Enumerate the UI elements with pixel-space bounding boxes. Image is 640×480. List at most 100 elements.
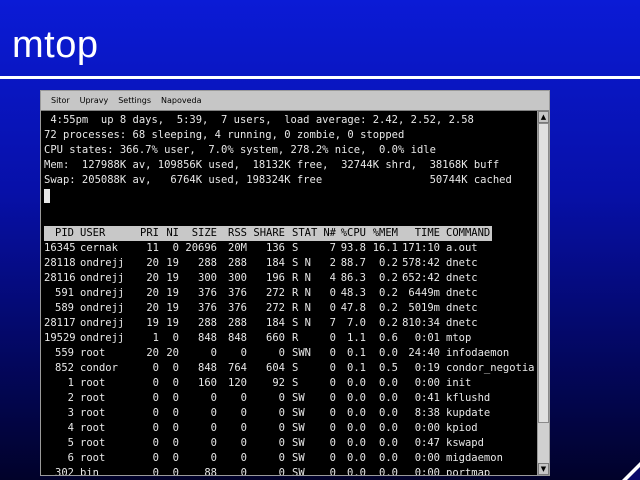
cell-share: 0 [278,407,285,419]
cell-mem: 0.2 [379,257,398,269]
column-header-time: TIME [414,227,440,239]
cell-n: 0 [329,407,336,419]
scroll-up-arrow-icon[interactable]: ▲ [538,111,549,123]
cell-mem: 0.0 [379,407,398,419]
cell-pid: 4 [67,422,74,434]
cell-mem: 0.0 [379,377,398,389]
cell-command: dnetc [446,317,478,329]
cell-rss: 0 [240,392,247,404]
cell-pri: 20 [146,272,159,284]
column-header-rss: RSS [228,227,247,239]
menu-item-file[interactable]: Sitor [51,96,70,105]
cell-size: 0 [210,437,217,449]
cell-command: kpiod [446,422,478,434]
cell-command: infodaemon [446,347,510,359]
cell-stat: R [292,332,299,344]
vertical-scrollbar[interactable]: ▲ ▼ [537,111,549,475]
cell-time: 171:10 [402,242,440,254]
cell-user: condor [80,362,118,374]
scroll-thumb[interactable] [538,123,549,423]
cell-pid: 1 [67,377,74,389]
cell-ni: 19 [166,302,179,314]
cell-command: mtop [446,332,472,344]
cell-stat: SW [292,392,305,404]
cell-cpu: 48.3 [340,287,366,299]
cell-pid: 19529 [44,332,76,344]
summary-mem-line: Mem: 127988K av, 109856K used, 18132K fr… [44,159,500,171]
cell-pid: 591 [55,287,74,299]
cell-share: 184 [266,257,285,269]
cell-size: 288 [198,257,217,269]
column-header-n: N# [323,227,336,239]
cell-cpu: 0.1 [347,362,366,374]
cell-cpu: 0.0 [347,467,366,475]
cell-pid: 5 [67,437,74,449]
cell-cpu: 47.8 [340,302,366,314]
cell-share: 0 [278,437,285,449]
cell-pid: 2 [67,392,74,404]
cell-n: 4 [329,272,336,284]
cell-share: 136 [266,242,285,254]
cell-pri: 20 [146,287,159,299]
terminal-output[interactable]: 4:55pm up 8 days, 5:39, 7 users, load av… [41,111,537,475]
cell-time: 0:00 [414,467,440,475]
cell-rss: 0 [240,467,247,475]
cell-time: 652:42 [402,272,440,284]
cell-cpu: 0.1 [347,347,366,359]
cell-user: root [80,422,106,434]
cell-pid: 16345 [44,242,76,254]
cell-mem: 0.2 [379,287,398,299]
cell-command: dnetc [446,272,478,284]
cell-stat: S [292,242,299,254]
cell-mem: 0.2 [379,272,398,284]
slide-title: mtop [12,24,99,66]
column-header-ni: NI [166,227,179,239]
cell-share: 0 [278,347,285,359]
cell-user: ondrejj [80,302,125,314]
menu-item-help[interactable]: Napoveda [161,96,202,105]
cell-size: 20696 [185,242,217,254]
cell-cpu: 86.3 [340,272,366,284]
cell-size: 376 [198,302,217,314]
cell-cpu: 0.0 [347,437,366,449]
cell-rss: 300 [228,272,247,284]
cell-n: 0 [329,347,336,359]
menu-item-edit[interactable]: Upravy [80,96,109,105]
cell-mem: 0.2 [379,317,398,329]
cell-pri: 1 [152,332,159,344]
cell-rss: 0 [240,347,247,359]
cell-command: kswapd [446,437,484,449]
cell-cpu: 0.0 [347,392,366,404]
cell-size: 288 [198,317,217,329]
cell-ni: 0 [172,467,179,475]
cell-pri: 0 [152,422,159,434]
cell-cpu: 7.0 [347,317,366,329]
menu-bar: Sitor Upravy Settings Napoveda [41,91,549,111]
cell-ni: 0 [172,377,179,389]
cell-mem: 0.0 [379,347,398,359]
cell-pid: 28117 [44,317,76,329]
cell-command: condor_negotia [446,362,535,374]
menu-item-settings[interactable]: Settings [118,96,151,105]
summary-processes-line: 72 processes: 68 sleeping, 4 running, 0 … [44,129,405,141]
column-header-pid: PID [55,227,74,239]
cell-size: 0 [210,392,217,404]
cell-n: 0 [329,287,336,299]
cell-command: dnetc [446,302,478,314]
scroll-down-arrow-icon[interactable]: ▼ [538,463,549,475]
cell-pri: 20 [146,347,159,359]
cell-stat: SW [292,407,305,419]
cell-cpu: 0.0 [347,452,366,464]
cell-rss: 0 [240,422,247,434]
cell-mem: 16.1 [372,242,398,254]
cell-stat: S N [292,257,311,269]
cell-size: 160 [198,377,217,389]
cell-pri: 11 [146,242,159,254]
cell-cpu: 0.0 [347,422,366,434]
cell-user: root [80,347,106,359]
cell-user: ondrejj [80,317,125,329]
cell-share: 272 [266,302,285,314]
cell-mem: 0.0 [379,467,398,475]
cell-ni: 19 [166,257,179,269]
cell-pid: 28116 [44,272,76,284]
